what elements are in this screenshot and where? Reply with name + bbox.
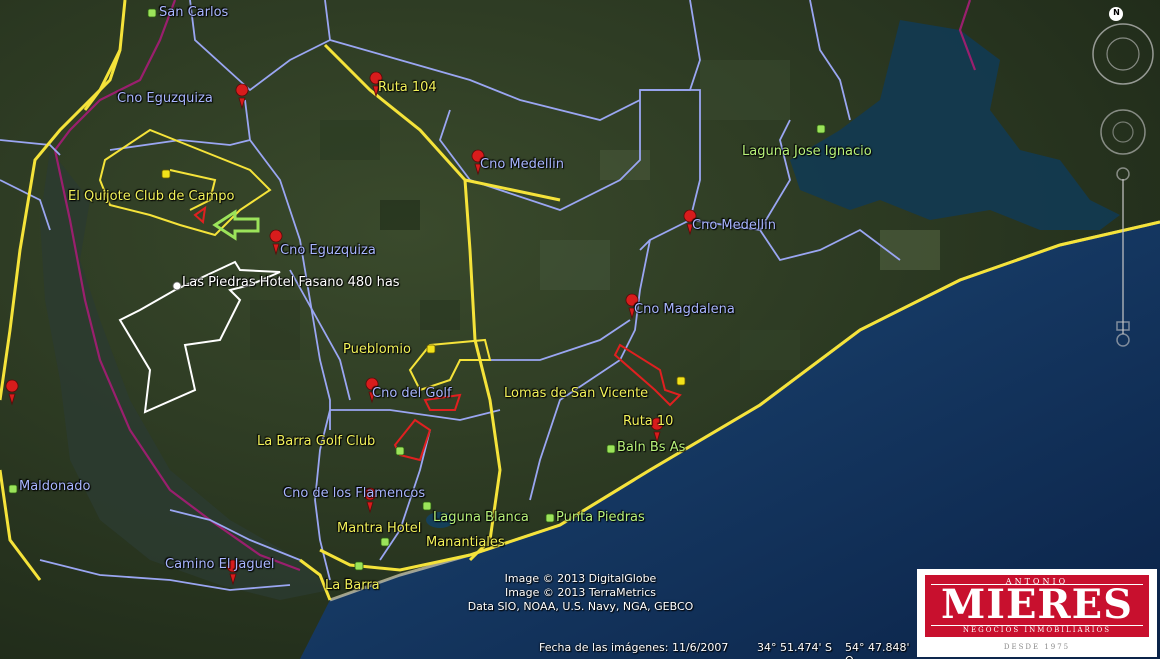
credit-line-3: Data SIO, NOAA, U.S. Navy, NGA, GEBCO — [467, 600, 694, 613]
label-cno-magdalena[interactable]: Cno Magdalena — [634, 303, 735, 317]
label-las-piedras-hotel[interactable]: Las Piedras Hotel Fasano 480 has — [182, 276, 400, 290]
pin-green-baln — [606, 444, 616, 454]
label-pueblomio[interactable]: Pueblomio — [343, 343, 411, 357]
pin-white-las-piedras — [172, 281, 182, 291]
credit-line-1: Image © 2013 DigitalGlobe — [504, 572, 657, 585]
status-bar: Fecha de las imágenes: 11/6/2007 34° 51.… — [520, 636, 920, 659]
logo-name: MIERES — [940, 581, 1134, 628]
logo-since: DESDE 1975 — [1003, 643, 1071, 651]
pin-green-golf — [395, 446, 405, 456]
label-laguna-blanca[interactable]: Laguna Blanca — [433, 511, 529, 525]
pin-yellow-pueblomio — [426, 344, 436, 354]
imagery-date: Fecha de las imágenes: 11/6/2007 — [539, 641, 729, 654]
label-punta-piedras[interactable]: Punta Piedras — [556, 511, 645, 525]
mieres-logo: ANTONIO MIERES NEGOCIOS INMOBILIARIOS DE… — [917, 569, 1157, 657]
label-cno-eguzquiza-1[interactable]: Cno Eguzquiza — [117, 92, 213, 106]
label-la-barra[interactable]: La Barra — [325, 579, 380, 593]
label-manantiales[interactable]: Manantiales — [426, 536, 505, 550]
label-san-carlos[interactable]: San Carlos — [159, 6, 228, 20]
label-cno-medellin-2[interactable]: Cno Medellin — [692, 219, 776, 233]
label-laguna-jose-ignacio[interactable]: Laguna Jose Ignacio — [742, 145, 872, 159]
pin-green-laguna-blanca — [422, 501, 432, 511]
imagery-credits: Image © 2013 DigitalGlobe Image © 2013 T… — [448, 572, 713, 614]
label-ruta-104[interactable]: Ruta 104 — [378, 81, 437, 95]
north-indicator[interactable]: N — [1112, 8, 1121, 17]
pin-green-jose-ignacio — [816, 124, 826, 134]
label-baln-bs-as[interactable]: Baln Bs As — [617, 441, 685, 455]
pin-green-maldonado — [8, 484, 18, 494]
label-la-barra-golf-club[interactable]: La Barra Golf Club — [257, 435, 375, 449]
pin-green-la-barra — [354, 561, 364, 571]
label-camino-el-jaguel[interactable]: Camino El Jaguel — [165, 558, 275, 572]
pin-green-punta-piedras — [545, 513, 555, 523]
label-maldonado[interactable]: Maldonado — [19, 480, 90, 494]
pin-green-san-carlos — [147, 8, 157, 18]
label-ruta-10[interactable]: Ruta 10 — [623, 415, 673, 429]
pin-yellow-lomas — [676, 376, 686, 386]
navigation-controls[interactable]: N — [1088, 4, 1158, 349]
longitude-readout: 54° 47.848' O — [845, 641, 910, 659]
label-cno-medellin-1[interactable]: Cno Medellin — [480, 158, 564, 172]
latitude-readout: 34° 51.474' S — [757, 641, 832, 654]
logo-subtitle: NEGOCIOS INMOBILIARIOS — [962, 626, 1112, 634]
pin-yellow-quijote — [161, 169, 171, 179]
label-el-quijote[interactable]: El Quijote Club de Campo — [68, 190, 234, 204]
compass-rose-icon[interactable] — [1088, 4, 1158, 349]
credit-line-2: Image © 2013 TerraMetrics — [504, 586, 657, 599]
label-mantra-hotel[interactable]: Mantra Hotel — [337, 522, 421, 536]
label-cno-del-golf[interactable]: Cno del Golf — [372, 387, 452, 401]
pin-green-mantra — [380, 537, 390, 547]
label-cno-eguzquiza-2[interactable]: Cno Eguzquiza — [280, 244, 376, 258]
logo-badge: ANTONIO MIERES NEGOCIOS INMOBILIARIOS — [925, 575, 1149, 637]
map-viewport[interactable]: San Carlos Cno Eguzquiza Cno Eguzquiza C… — [0, 0, 1160, 659]
label-lomas-de-san-vicente[interactable]: Lomas de San Vicente — [504, 387, 648, 401]
label-cno-de-los-flamencos[interactable]: Cno de los Flamencos — [283, 487, 425, 501]
